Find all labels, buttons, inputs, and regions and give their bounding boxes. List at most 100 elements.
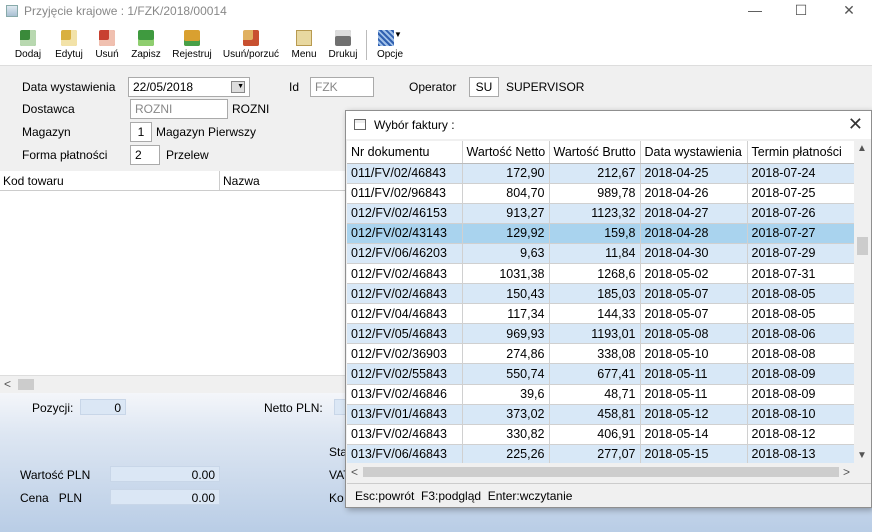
- options-icon: [378, 30, 395, 46]
- due-date-cell: 2018-08-06: [747, 323, 854, 345]
- positions-value: 0: [80, 399, 126, 415]
- calendar-icon[interactable]: ▼: [231, 81, 245, 93]
- doc-number-cell: 012/FV/06/46203: [347, 243, 463, 264]
- gross-value-cell: 338,08: [549, 343, 641, 365]
- maximize-button[interactable]: ☐: [778, 0, 824, 22]
- due-date-cell: 2018-08-13: [747, 444, 854, 463]
- print-button[interactable]: Drukuj: [326, 26, 360, 64]
- save-icon: [138, 30, 154, 46]
- scroll-left-icon[interactable]: <: [351, 465, 358, 479]
- table-row[interactable]: 012/FV/04/46843 117,34 144,33 2018-05-07 201…: [347, 303, 854, 325]
- column-item-name[interactable]: Nazwa: [220, 171, 345, 191]
- due-date-cell: 2018-08-05: [747, 303, 854, 325]
- add-button[interactable]: Dodaj: [10, 26, 46, 64]
- scroll-left-icon[interactable]: <: [4, 377, 11, 391]
- column-net-value[interactable]: Wartość Netto: [462, 141, 550, 164]
- net-value-cell: 129,92: [462, 223, 550, 244]
- menu-button[interactable]: Menu: [288, 26, 320, 64]
- discard-label: Usuń/porzuć: [222, 49, 280, 60]
- net-value-cell: 117,34: [462, 303, 550, 325]
- table-row[interactable]: 013/FV/01/46843 373,02 458,81 2018-05-12 201…: [347, 404, 854, 425]
- operator-code-field[interactable]: SU: [469, 77, 499, 97]
- items-grid-body[interactable]: [0, 191, 345, 375]
- dialog-status-bar: Esc:powrót F3:podgląd Enter:wczytanie: [347, 483, 871, 507]
- table-row[interactable]: 012/FV/02/36903 274,86 338,08 2018-05-10 201…: [347, 343, 854, 365]
- gross-value-cell: 212,67: [549, 163, 641, 184]
- dialog-title: Wybór faktury :: [374, 118, 455, 132]
- table-row[interactable]: 012/FV/06/46203 9,63 11,84 2018-04-30 2018-0…: [347, 243, 854, 264]
- table-row[interactable]: 012/FV/02/46843 1031,38 1268,6 2018-05-02 20…: [347, 263, 854, 285]
- issue-date-cell: 2018-05-11: [640, 384, 748, 405]
- items-grid-hscrollbar[interactable]: <: [0, 375, 345, 392]
- gross-value-cell: 1193,01: [549, 323, 641, 345]
- net-value-cell: 969,93: [462, 323, 550, 345]
- issue-date-cell: 2018-05-08: [640, 323, 748, 345]
- doc-number-cell: 013/FV/02/46843: [347, 424, 463, 445]
- table-row[interactable]: 011/FV/02/46843 172,90 212,67 2018-04-25 201…: [347, 163, 854, 184]
- close-button[interactable]: ✕: [826, 0, 872, 22]
- discard-button[interactable]: Usuń/porzuć: [220, 26, 282, 64]
- due-date-cell: 2018-07-25: [747, 183, 854, 204]
- doc-number-cell: 012/FV/02/43143: [347, 223, 463, 244]
- minimize-button[interactable]: —: [732, 0, 778, 22]
- due-date-cell: 2018-08-08: [747, 343, 854, 365]
- price-label: Cena PLN: [20, 491, 83, 505]
- due-date-cell: 2018-07-24: [747, 163, 854, 184]
- table-row[interactable]: 013/FV/02/46843 330,82 406,91 2018-05-14 201…: [347, 424, 854, 445]
- warehouse-label: Magazyn: [22, 125, 71, 139]
- table-row[interactable]: 013/FV/02/46846 39,6 48,71 2018-05-11 2018-0…: [347, 384, 854, 405]
- doc-number-cell: 012/FV/04/46843: [347, 303, 463, 325]
- date-field[interactable]: 22/05/2018 ▼: [128, 77, 250, 97]
- edit-button[interactable]: Edytuj: [50, 26, 88, 64]
- due-date-cell: 2018-07-29: [747, 243, 854, 264]
- table-row[interactable]: 012/FV/02/46843 150,43 185,03 2018-05-07 201…: [347, 283, 854, 305]
- register-button[interactable]: Rejestruj: [169, 26, 215, 64]
- table-row[interactable]: 013/FV/06/46843 225,26 277,07 2018-05-15 201…: [347, 444, 854, 463]
- table-row[interactable]: 012/FV/02/46153 913,27 1123,32 2018-04-27 20…: [347, 203, 854, 224]
- gross-value-cell: 458,81: [549, 404, 641, 425]
- toolbar: Dodaj Edytuj Usuń Zapisz Rejestruj Usuń/…: [0, 22, 872, 66]
- table-row[interactable]: 012/FV/02/55843 550,74 677,41 2018-05-11 201…: [347, 363, 854, 385]
- scroll-up-icon[interactable]: ▲: [857, 143, 867, 154]
- issue-date-cell: 2018-05-07: [640, 303, 748, 325]
- scroll-right-icon[interactable]: >: [843, 465, 850, 479]
- column-due-date[interactable]: Termin płatności: [747, 141, 854, 164]
- save-label: Zapisz: [131, 49, 161, 60]
- delete-button[interactable]: Usuń: [92, 26, 122, 64]
- supplier-field[interactable]: ROZNI: [130, 99, 228, 119]
- net-value-cell: 150,43: [462, 283, 550, 305]
- scroll-thumb[interactable]: [18, 379, 34, 390]
- edit-icon: [61, 30, 77, 46]
- payment-code-field[interactable]: 2: [130, 145, 160, 165]
- scroll-down-icon[interactable]: ▼: [857, 450, 867, 461]
- invoice-hscrollbar[interactable]: < >: [347, 463, 871, 481]
- table-row[interactable]: 012/FV/05/46843 969,93 1193,01 2018-05-08 20…: [347, 323, 854, 345]
- scroll-thumb[interactable]: [363, 467, 839, 477]
- save-button[interactable]: Zapisz: [126, 26, 166, 64]
- column-gross-value[interactable]: Wartość Brutto: [549, 141, 641, 164]
- id-field[interactable]: FZK: [310, 77, 374, 97]
- dialog-close-icon[interactable]: ✕: [848, 114, 863, 135]
- scroll-thumb[interactable]: [857, 237, 868, 255]
- due-date-cell: 2018-08-05: [747, 283, 854, 305]
- edit-label: Edytuj: [55, 49, 83, 60]
- table-row[interactable]: 011/FV/02/96843 804,70 989,78 2018-04-26 201…: [347, 183, 854, 204]
- issue-date-cell: 2018-04-30: [640, 243, 748, 264]
- due-date-cell: 2018-08-09: [747, 384, 854, 405]
- table-row[interactable]: 012/FV/02/43143 129,92 159,8 2018-04-28 2018…: [347, 223, 854, 244]
- doc-number-cell: 012/FV/05/46843: [347, 323, 463, 345]
- net-value-cell: 373,02: [462, 404, 550, 425]
- value-field: 0.00: [110, 466, 220, 482]
- invoice-vscrollbar[interactable]: ▲ ▼: [854, 141, 871, 463]
- doc-number-cell: 012/FV/02/46153: [347, 203, 463, 224]
- column-item-code[interactable]: Kod towaru: [0, 171, 220, 191]
- options-button[interactable]: ▼ Opcje: [372, 26, 408, 64]
- print-label: Drukuj: [328, 49, 358, 60]
- add-label: Dodaj: [14, 49, 42, 60]
- issue-date-cell: 2018-05-15: [640, 444, 748, 463]
- warehouse-code-field[interactable]: 1: [130, 122, 152, 142]
- column-issue-date[interactable]: Data wystawienia: [640, 141, 748, 164]
- doc-number-cell: 011/FV/02/96843: [347, 183, 463, 204]
- column-doc-number[interactable]: Nr dokumentu: [347, 141, 463, 164]
- net-value-cell: 330,82: [462, 424, 550, 445]
